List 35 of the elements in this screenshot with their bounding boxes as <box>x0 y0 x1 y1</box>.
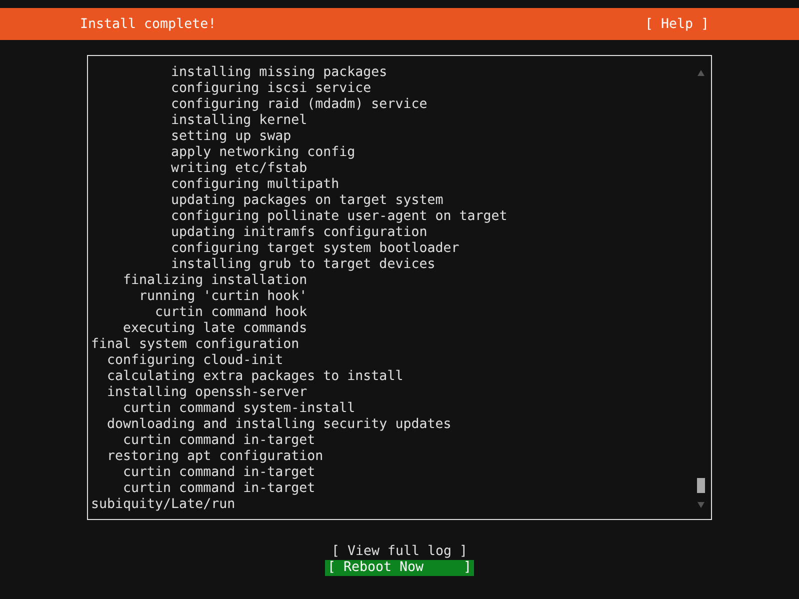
log-line: writing etc/fstab <box>171 161 308 176</box>
log-line: configuring raid (mdadm) service <box>171 97 428 112</box>
action-button[interactable]: [ View full log ] <box>329 544 470 560</box>
help-button[interactable]: [ Help ] <box>644 16 709 32</box>
log-line: apply networking config <box>171 145 356 160</box>
log-line: curtin command hook <box>155 305 308 320</box>
log-line: executing late commands <box>123 321 308 336</box>
log-line: subiquity/Late/run <box>91 497 236 512</box>
scroll-up-icon[interactable] <box>697 69 705 77</box>
log-line: updating initramfs configuration <box>171 225 428 240</box>
log-line: curtin command system-install <box>123 401 356 416</box>
log-line: configuring pollinate user-agent on target <box>171 209 508 224</box>
log-line: configuring target system bootloader <box>171 241 460 256</box>
log-line: curtin command in-target <box>123 465 316 480</box>
log-line: setting up swap <box>171 129 292 144</box>
log-line: running 'curtin hook' <box>139 289 308 304</box>
log-line: configuring iscsi service <box>171 81 372 96</box>
log-line: configuring cloud-init <box>107 353 284 368</box>
log-line: restoring apt configuration <box>107 449 324 464</box>
log-line: installing openssh-server <box>107 385 308 400</box>
log-line: downloading and installing security updates <box>107 417 452 432</box>
scroll-down-icon[interactable] <box>697 501 705 509</box>
log-line: curtin command in-target <box>123 481 316 496</box>
log-line: finalizing installation <box>123 273 308 288</box>
log-line: installing grub to target devices <box>171 257 436 272</box>
log-line: calculating extra packages to install <box>107 369 404 384</box>
log-line: final system configuration <box>91 337 300 352</box>
scrollbar-thumb[interactable] <box>697 478 705 493</box>
log-line: curtin command in-target <box>123 433 316 448</box>
log-line: installing kernel <box>171 113 308 128</box>
log-line: updating packages on target system <box>171 193 444 208</box>
log-line: configuring multipath <box>171 177 340 192</box>
action-button[interactable]: [ Reboot Now ] <box>325 560 474 576</box>
window-title: Install complete! <box>80 16 216 32</box>
log-line: installing missing packages <box>171 65 388 80</box>
